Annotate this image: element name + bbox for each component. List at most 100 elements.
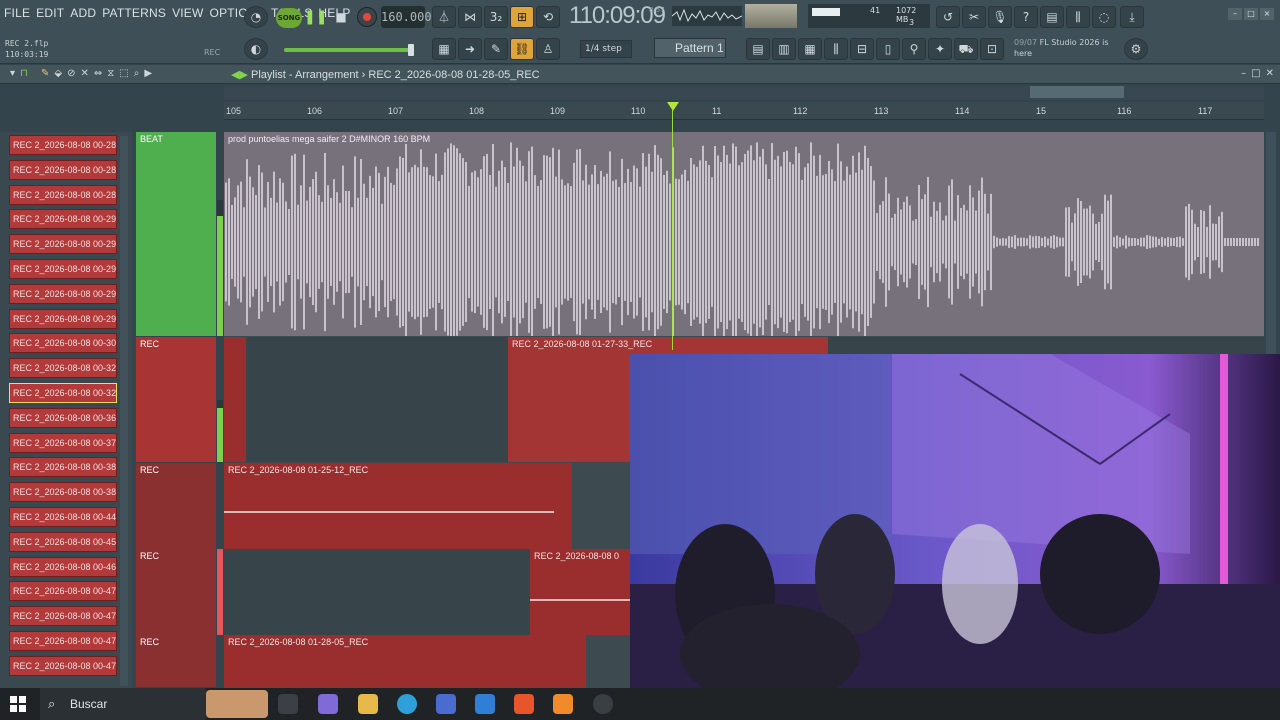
pencil-icon[interactable]: ✎	[484, 38, 508, 60]
slice-tool-icon[interactable]: ⧖	[107, 68, 114, 79]
picker-item[interactable]: REC 2_2026-08-08 00-45...	[9, 531, 117, 552]
mute-tool-icon[interactable]: ✕	[81, 68, 89, 79]
audio-clip-rec-d[interactable]: REC 2_2026-08-08 01-28-05_REC	[224, 635, 586, 688]
stop-button[interactable]: ■	[330, 6, 352, 28]
loop-record-icon[interactable]: ⟲	[536, 6, 560, 28]
tuner-icon[interactable]: ⚲	[902, 38, 926, 60]
metronome-icon[interactable]: ⏃	[432, 6, 456, 28]
overview-highlight[interactable]	[1030, 86, 1124, 98]
picker-item[interactable]: REC 2_2026-08-08 00-29...	[9, 209, 117, 230]
arrangement-overview[interactable]	[224, 86, 1264, 100]
pencil-tool-icon[interactable]: ✎	[41, 68, 49, 79]
pause-button[interactable]: ❚❚	[304, 6, 327, 28]
shop-icon[interactable]: ⊡	[980, 38, 1004, 60]
paint-tool-icon[interactable]: ⬙	[54, 68, 62, 79]
brave-icon[interactable]	[514, 694, 534, 714]
delete-tool-icon[interactable]: ⊘	[67, 68, 75, 79]
microphone-icon[interactable]: 🎙	[988, 6, 1012, 28]
piano-icon[interactable]: ▦	[432, 38, 456, 60]
track-header-rec-2[interactable]: REC	[136, 463, 216, 549]
maximize-button[interactable]: □	[1244, 8, 1258, 20]
metronome-knob[interactable]: ◔	[244, 6, 268, 28]
audio-clip-beat[interactable]: prod puntoelias mega saifer 2 D#MINOR 16…	[224, 132, 1264, 336]
tempo-display[interactable]: 160.000	[381, 6, 432, 28]
undo-icon[interactable]: ↺	[936, 6, 960, 28]
slip-tool-icon[interactable]: ⇔	[94, 68, 102, 79]
zoom-tool-icon[interactable]: ⌕	[134, 68, 140, 79]
save-icon[interactable]: ▤	[1040, 6, 1064, 28]
playlist-maximize-button[interactable]: □	[1251, 68, 1260, 79]
mixer-icon[interactable]: ⫼	[1066, 6, 1090, 28]
playlist-icon[interactable]: ▤	[746, 38, 770, 60]
picker-item[interactable]: REC 2_2026-08-08 00-28...	[9, 159, 117, 180]
snap-selector[interactable]: 1/4 step	[580, 40, 632, 58]
picker-item[interactable]: REC 2_2026-08-08 00-29...	[9, 283, 117, 304]
picker-item[interactable]: REC 2_2026-08-08 00-32...	[9, 358, 117, 379]
timeline-ruler[interactable]: 105 106 107 108 109 110 11 112 113 114 15 116 117	[224, 102, 1264, 120]
menu-item-edit[interactable]: EDIT	[36, 6, 64, 20]
download-icon[interactable]: ⤓	[1120, 6, 1144, 28]
track-header-rec-3[interactable]: REC	[136, 549, 216, 635]
news-panel[interactable]: 09/07 FL Studio 2026 is here	[1014, 37, 1114, 59]
record-button[interactable]	[357, 7, 377, 27]
plugin-icon[interactable]: ▯	[876, 38, 900, 60]
windows-start-icon[interactable]	[10, 696, 26, 712]
picker-item[interactable]: REC 2_2026-08-08 00-46...	[9, 556, 117, 577]
browser-icon[interactable]: ⊟	[850, 38, 874, 60]
audio-clip-rec-c[interactable]: REC 2_2026-08-08 0	[530, 549, 630, 635]
help-icon[interactable]: ?	[1014, 6, 1038, 28]
channel-rack-icon[interactable]: ▦	[798, 38, 822, 60]
master-volume-slider[interactable]	[284, 44, 414, 56]
picker-item[interactable]: REC 2_2026-08-08 00-29...	[9, 234, 117, 255]
cut-icon[interactable]: ✂	[962, 6, 986, 28]
playlist-close-button[interactable]: ✕	[1266, 68, 1274, 79]
audio-clip-rec-b[interactable]: REC 2_2026-08-08 01-25-12_REC	[224, 463, 572, 549]
menu-item-add[interactable]: ADD	[70, 6, 96, 20]
menu-item-patterns[interactable]: PATTERNS	[102, 6, 166, 20]
stamp-icon[interactable]: ♙	[536, 38, 560, 60]
piano-roll-icon[interactable]: ▥	[772, 38, 796, 60]
menu-item-file[interactable]: FILE	[4, 6, 30, 20]
minimize-button[interactable]: –	[1228, 8, 1242, 20]
picker-item[interactable]: REC 2_2026-08-08 00-28...	[9, 184, 117, 205]
picker-item[interactable]: REC 2_2026-08-08 00-38...	[9, 482, 117, 503]
picker-item[interactable]: REC 2_2026-08-08 00-28...	[9, 135, 117, 155]
outlook-icon[interactable]	[475, 694, 495, 714]
taskbar-search[interactable]: Buscar	[40, 688, 206, 720]
picker-item[interactable]: REC 2_2026-08-08 00-47...	[9, 631, 117, 651]
picker-item[interactable]: REC 2_2026-08-08 00-47...	[9, 655, 117, 676]
track-header-rec-1[interactable]: REC	[136, 337, 216, 462]
settings-icon[interactable]: ⚙	[1124, 38, 1148, 60]
picker-item[interactable]: REC 2_2026-08-08 00-32...	[9, 383, 117, 403]
store-icon[interactable]	[436, 694, 456, 714]
playback-tool-icon[interactable]: ▶	[144, 68, 152, 79]
fl-studio-taskbar-icon[interactable]	[553, 694, 573, 714]
select-tool-icon[interactable]: ⬚	[119, 68, 128, 79]
audio-clip-small[interactable]	[224, 337, 246, 462]
mixer-view-icon[interactable]: ⫼	[824, 38, 848, 60]
playlist-minimize-button[interactable]: –	[1241, 68, 1246, 79]
file-explorer-icon[interactable]	[358, 694, 378, 714]
playhead-marker[interactable]	[667, 102, 679, 111]
chat-icon[interactable]: ◌	[1092, 6, 1116, 28]
picker-scrollbar[interactable]	[120, 136, 128, 686]
track-header-beat[interactable]: BEAT	[136, 132, 216, 336]
weather-widget-icon[interactable]	[206, 690, 268, 718]
song-mode-toggle[interactable]: SONG	[276, 8, 302, 28]
picker-item[interactable]: REC 2_2026-08-08 00-36...	[9, 407, 117, 428]
close-button[interactable]: ×	[1260, 8, 1274, 20]
picker-item[interactable]: REC 2_2026-08-08 00-37...	[9, 432, 117, 453]
task-view-icon[interactable]	[278, 694, 298, 714]
cart-icon[interactable]: ⛟	[954, 38, 978, 60]
picker-item[interactable]: REC 2_2026-08-08 00-47...	[9, 581, 117, 602]
link-icon[interactable]: ⛓	[510, 38, 534, 60]
arrow-right-icon[interactable]: ➜	[458, 38, 482, 60]
pitch-knob[interactable]: ◐	[244, 38, 268, 60]
magnet-icon[interactable]: ⊓	[20, 68, 28, 79]
track-header-rec-4[interactable]: REC	[136, 635, 216, 687]
wand-icon[interactable]: ✦	[928, 38, 952, 60]
picker-item[interactable]: REC 2_2026-08-08 00-47...	[9, 606, 117, 627]
picker-item[interactable]: REC 2_2026-08-08 00-44...	[9, 507, 117, 527]
obs-icon[interactable]	[593, 694, 613, 714]
pattern-selector[interactable]: Pattern 1	[654, 38, 726, 58]
